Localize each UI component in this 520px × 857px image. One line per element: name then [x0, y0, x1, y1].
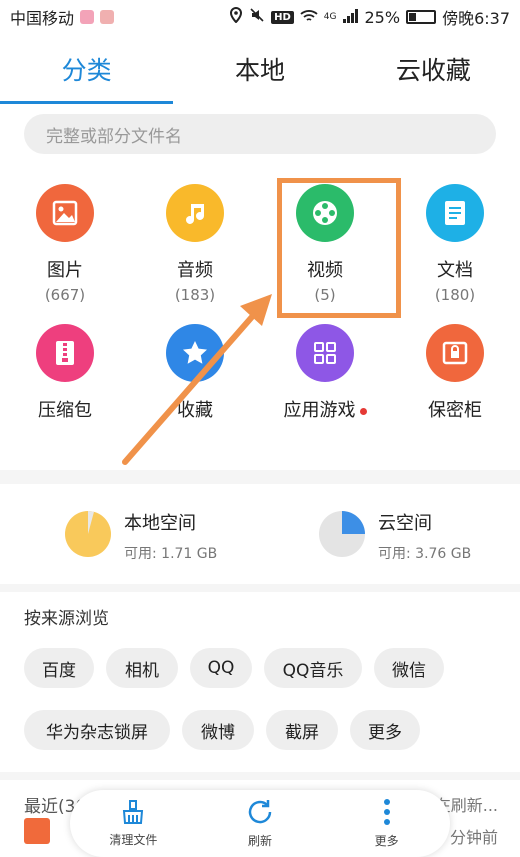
cloud-storage-title: 云空间: [378, 513, 432, 534]
wifi-icon: [300, 8, 318, 27]
source-chip-qq-music[interactable]: QQ音乐: [264, 648, 362, 688]
source-chip-screenshot[interactable]: 截屏: [266, 710, 338, 750]
category-audio[interactable]: 音频 (183): [130, 184, 260, 304]
refresh-button[interactable]: 刷新: [197, 790, 324, 857]
category-label: 音频: [177, 260, 213, 281]
notification-badge-icon: [80, 10, 95, 24]
star-icon: [166, 324, 224, 382]
more-vertical-icon: [382, 798, 392, 830]
category-safe[interactable]: 保密柜: [390, 324, 520, 422]
category-documents[interactable]: 文档 (180): [390, 184, 520, 304]
source-chip-baidu[interactable]: 百度: [24, 648, 94, 688]
carrier-text: 中国移动: [10, 9, 75, 28]
image-icon: [36, 184, 94, 242]
category-count: (180): [434, 286, 476, 304]
music-icon: [166, 184, 224, 242]
broom-icon: [120, 799, 146, 829]
notification-badge-icon: [100, 10, 115, 24]
source-chip-qq[interactable]: QQ: [190, 648, 252, 688]
hd-icon: HD: [271, 10, 294, 24]
status-bar: 中国移动 HD 4G 25% 傍晚6:37: [0, 0, 520, 34]
cloud-storage[interactable]: 云空间 可用: 3.76 GB: [318, 509, 471, 563]
safe-icon: [426, 324, 484, 382]
apps-icon: [296, 324, 354, 382]
local-storage-available: 可用: 1.71 GB: [124, 546, 218, 562]
local-storage-pie-icon: [64, 510, 112, 562]
clean-files-button[interactable]: 清理文件: [70, 790, 197, 857]
category-label: 压缩包: [38, 400, 92, 421]
source-chip-huawei-lockscreen[interactable]: 华为杂志锁屏: [24, 710, 170, 750]
tab-local[interactable]: 本地: [173, 34, 346, 104]
tab-category[interactable]: 分类: [0, 34, 174, 104]
new-badge-dot: [359, 407, 367, 415]
more-button[interactable]: 更多: [323, 790, 450, 857]
refresh-label: 刷新: [248, 834, 273, 848]
more-label: 更多: [374, 834, 399, 848]
tab-bar: 分类 本地 云收藏: [0, 34, 520, 104]
category-archives[interactable]: 压缩包: [0, 324, 130, 422]
browse-by-source: 按来源浏览 百度 相机 QQ QQ音乐 微信 华为杂志锁屏 微博 截屏 更多: [0, 592, 520, 772]
recent-file-icon: [24, 818, 50, 844]
category-label: 收藏: [177, 400, 213, 421]
tab-cloud-favorites[interactable]: 云收藏: [347, 34, 520, 104]
signal-icon: [342, 8, 359, 27]
source-chip-camera[interactable]: 相机: [106, 648, 178, 688]
source-chip-weibo[interactable]: 微博: [182, 710, 254, 750]
refresh-icon: [246, 798, 274, 830]
clean-files-label: 清理文件: [109, 833, 158, 847]
zip-icon: [36, 324, 94, 382]
category-label: 应用游戏: [260, 396, 390, 422]
storage-section: 本地空间 可用: 1.71 GB 云空间 可用: 3.76 GB: [0, 484, 520, 584]
category-label: 文档: [437, 260, 473, 281]
battery-percent: 25%: [364, 7, 401, 27]
location-icon: [229, 6, 243, 27]
mute-icon: [249, 7, 265, 27]
source-chip-wechat[interactable]: 微信: [374, 648, 444, 688]
network-type: 4G: [323, 12, 337, 22]
document-icon: [426, 184, 484, 242]
category-panel: 完整或部分文件名 图片 (667) 音频 (183) 视频 (5) 文档 (18…: [0, 104, 520, 470]
category-label: 图片: [47, 260, 83, 281]
bottom-action-bar: 清理文件 刷新 更多: [70, 790, 450, 857]
category-label-text: 应用游戏: [283, 400, 356, 421]
annotation-highlight-box: [277, 178, 401, 318]
category-label: 保密柜: [428, 400, 482, 421]
local-storage[interactable]: 本地空间 可用: 1.71 GB: [64, 509, 217, 563]
recent-time: 分钟前: [449, 828, 498, 847]
category-favorites[interactable]: 收藏: [130, 324, 260, 422]
section-title: 按来源浏览: [24, 609, 109, 629]
local-storage-title: 本地空间: [124, 513, 196, 534]
cloud-storage-pie-icon: [318, 510, 366, 562]
clock: 傍晚6:37: [442, 9, 510, 28]
category-images[interactable]: 图片 (667): [0, 184, 130, 304]
search-input[interactable]: 完整或部分文件名: [24, 114, 496, 154]
category-count: (667): [44, 286, 86, 304]
cloud-storage-available: 可用: 3.76 GB: [378, 546, 472, 562]
source-chip-more[interactable]: 更多: [350, 710, 420, 750]
battery-icon: [406, 10, 437, 24]
category-apps-games[interactable]: 应用游戏: [260, 324, 390, 422]
category-count: (183): [174, 286, 216, 304]
